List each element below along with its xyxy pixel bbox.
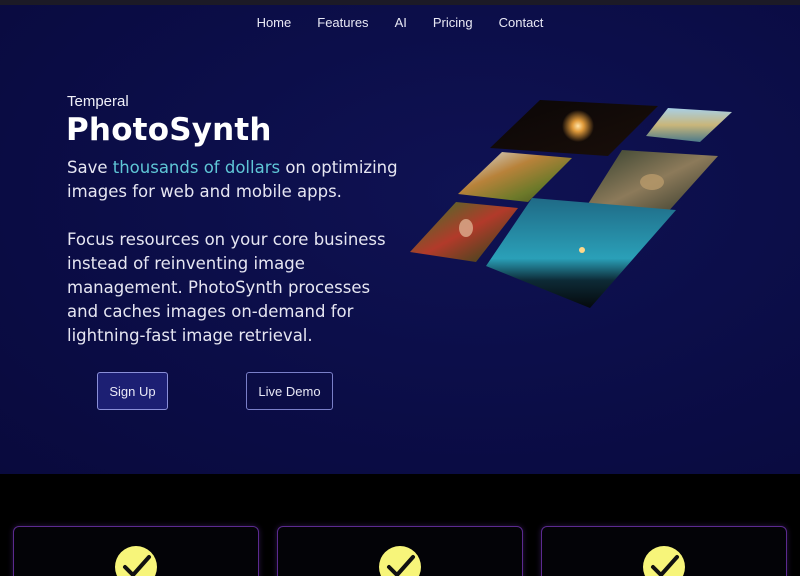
feature-card (541, 526, 787, 576)
deer-shape (640, 174, 664, 190)
nav-pricing[interactable]: Pricing (420, 15, 486, 31)
tagline-pre: Save (67, 158, 113, 177)
nav-contact[interactable]: Contact (486, 15, 557, 31)
photo-collage (410, 100, 732, 308)
feature-card (277, 526, 523, 576)
features-section (0, 474, 800, 576)
night-light (579, 247, 585, 253)
photo-canyon (458, 152, 572, 202)
portrait-face (459, 219, 473, 237)
company-name: Temperal (67, 93, 129, 110)
photo-lake (646, 108, 732, 142)
check-badge-icon (379, 546, 421, 576)
nav-features[interactable]: Features (304, 15, 381, 31)
sign-up-button[interactable]: Sign Up (97, 372, 168, 410)
photo-night-sky (486, 198, 676, 308)
check-badge-icon (115, 546, 157, 576)
product-title: PhotoSynth (66, 112, 272, 148)
hero-tagline: Save thousands of dollars on optimizing … (67, 156, 407, 204)
feature-card (13, 526, 259, 576)
nav-home[interactable]: Home (244, 15, 305, 31)
hero-description: Focus resources on your core business in… (67, 230, 386, 345)
check-badge-icon (643, 546, 685, 576)
nav-ai[interactable]: AI (382, 15, 420, 31)
firework-burst (562, 110, 594, 142)
main-nav: Home Features AI Pricing Contact (0, 15, 800, 31)
tagline-highlight: thousands of dollars (112, 158, 281, 177)
live-demo-button[interactable]: Live Demo (246, 372, 333, 410)
